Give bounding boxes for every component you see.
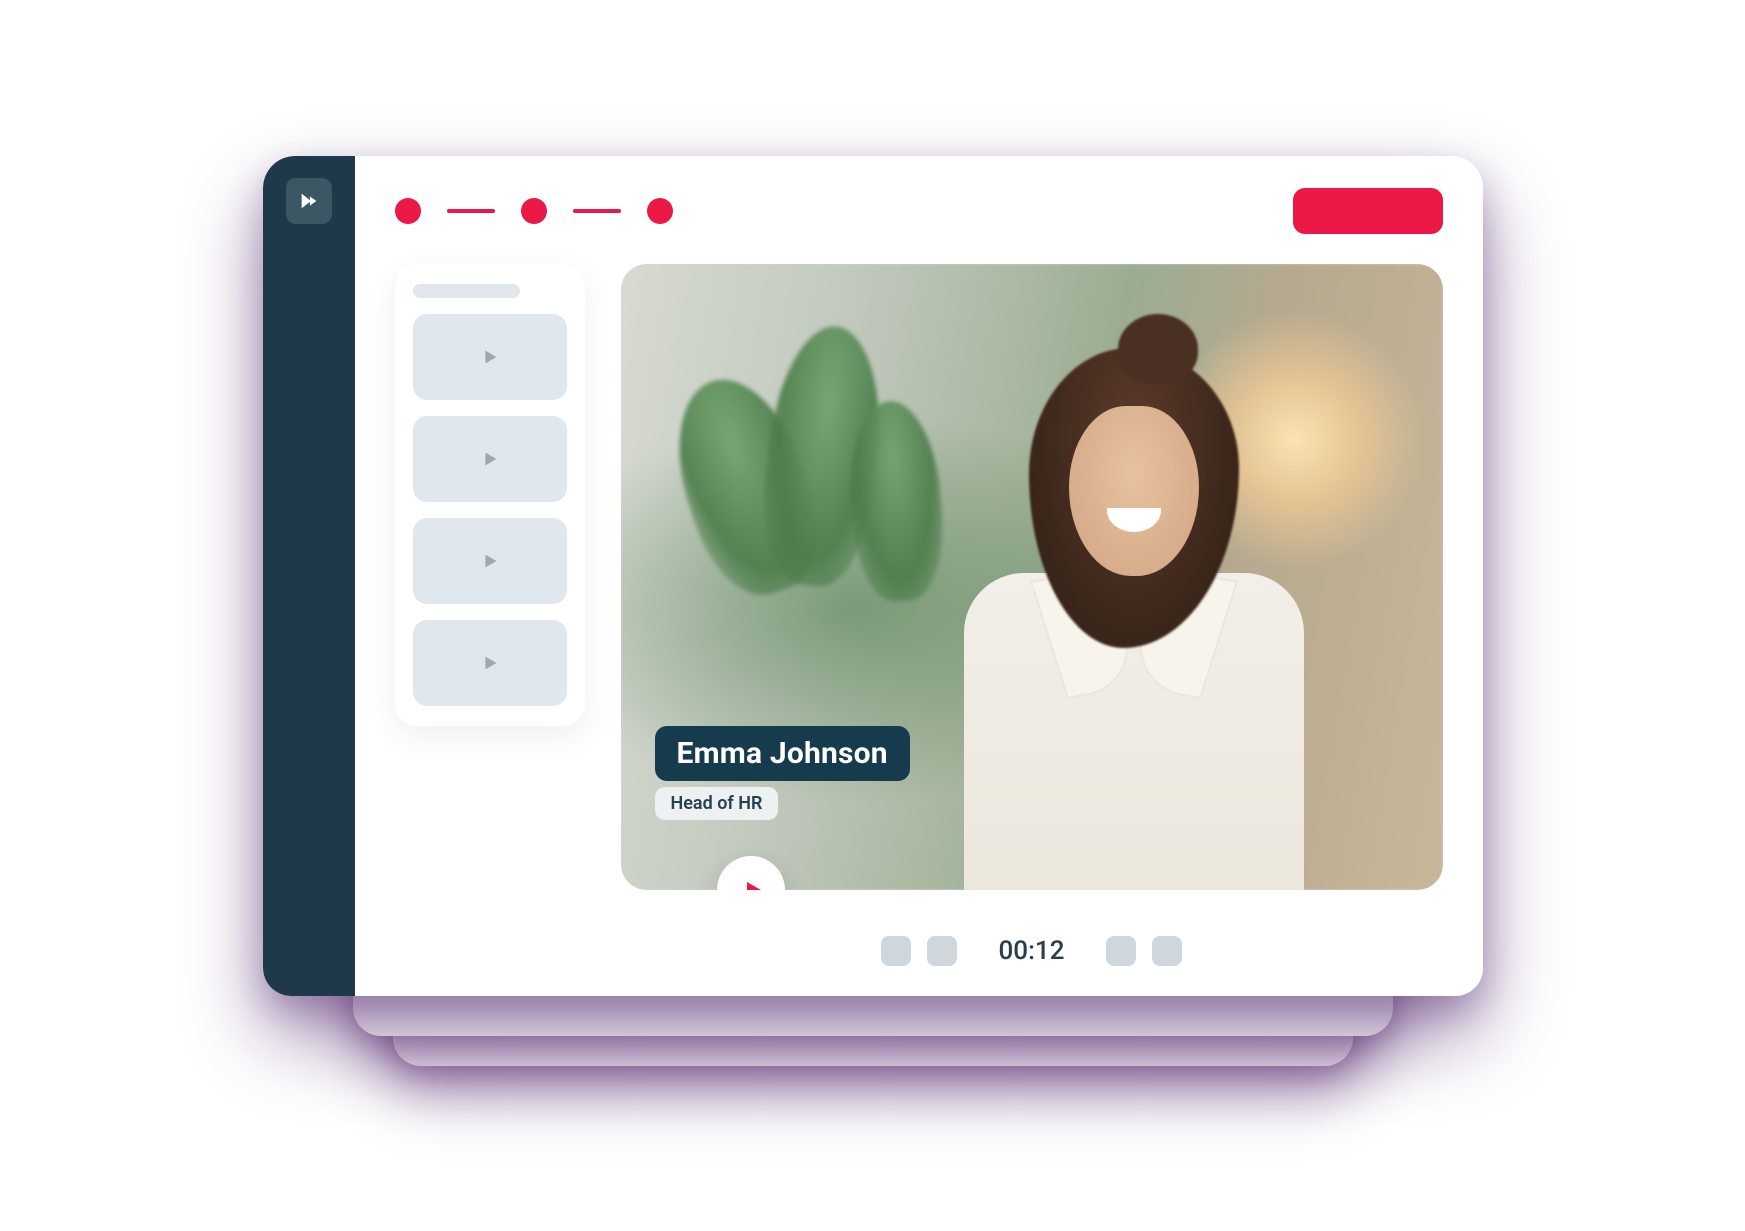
step-progress-bar [395, 182, 1443, 264]
play-forward-icon [298, 190, 320, 212]
play-icon [479, 550, 501, 572]
clips-panel-header [413, 284, 521, 298]
video-frame[interactable]: Emma Johnson Head of HR [621, 264, 1443, 890]
play-icon [479, 346, 501, 368]
play-icon [741, 878, 765, 890]
content-row: Emma Johnson Head of HR 00:12 [395, 264, 1443, 966]
clips-panel [395, 264, 585, 726]
clip-thumb-1[interactable] [413, 314, 567, 400]
play-icon [479, 448, 501, 470]
clip-thumb-3[interactable] [413, 518, 567, 604]
player-column: Emma Johnson Head of HR 00:12 [621, 264, 1443, 966]
clip-thumb-4[interactable] [413, 620, 567, 706]
clip-thumb-2[interactable] [413, 416, 567, 502]
main-area: Emma Johnson Head of HR 00:12 [355, 156, 1483, 996]
app-logo[interactable] [286, 178, 332, 224]
person-figure [944, 314, 1324, 890]
player-controls: 00:12 [621, 890, 1443, 966]
control-button-step-back[interactable] [927, 936, 957, 966]
control-button-next-clip[interactable] [1152, 936, 1182, 966]
primary-action-button[interactable] [1293, 188, 1443, 234]
step-dot-1[interactable] [395, 198, 421, 224]
timecode: 00:12 [973, 936, 1091, 966]
app-window: Emma Johnson Head of HR 00:12 [263, 156, 1483, 996]
step-dash-1 [447, 209, 495, 213]
step-dot-2[interactable] [521, 198, 547, 224]
step-dash-2 [573, 209, 621, 213]
control-button-step-forward[interactable] [1106, 936, 1136, 966]
control-button-prev-clip[interactable] [881, 936, 911, 966]
step-dot-3[interactable] [647, 198, 673, 224]
presenter-name: Emma Johnson [655, 726, 910, 781]
side-rail [263, 156, 355, 996]
play-icon [479, 652, 501, 674]
presenter-role: Head of HR [655, 787, 779, 820]
lower-third: Emma Johnson Head of HR [655, 726, 910, 820]
